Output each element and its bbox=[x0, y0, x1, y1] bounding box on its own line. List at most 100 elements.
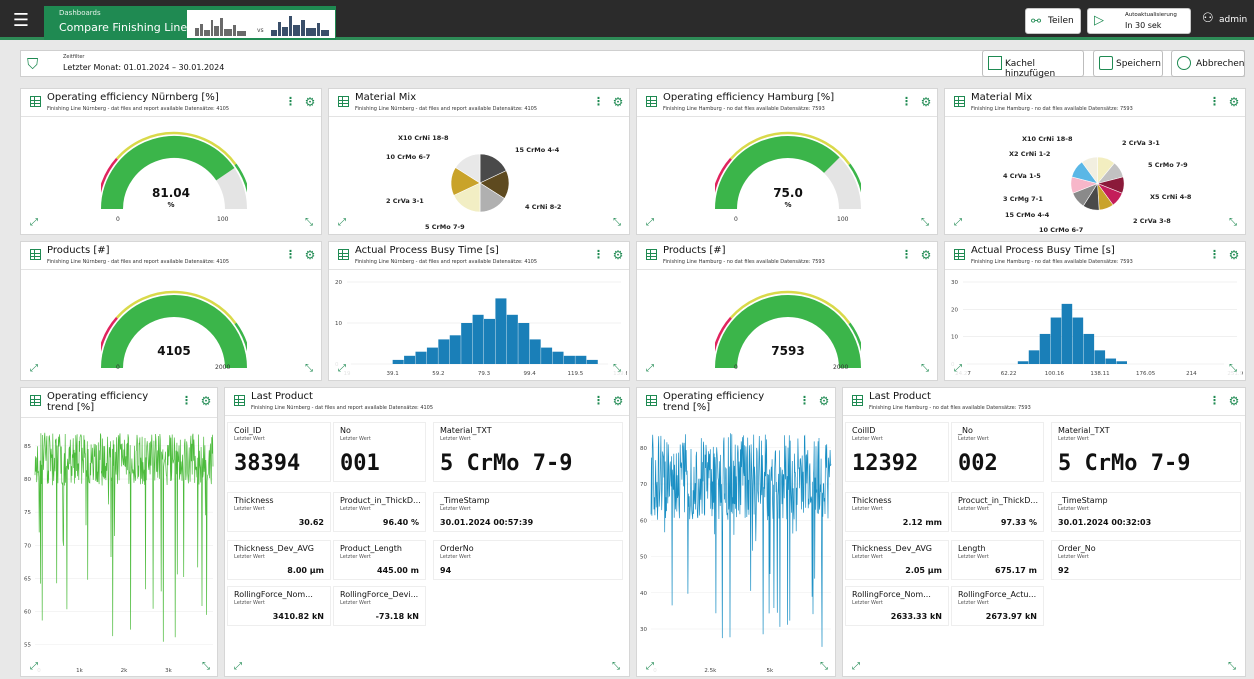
kpi-tile[interactable]: Order_No Letzter Wert 92 bbox=[1051, 540, 1241, 580]
kpi-tile[interactable]: _TimeStamp Letzter Wert 30.01.2024 00:32:0… bbox=[1051, 492, 1241, 532]
kpi-tile[interactable]: RollingForce_Nom... Letzter Wert 2633.33 k… bbox=[845, 586, 949, 626]
resize-icon[interactable]: ⤡ bbox=[300, 214, 318, 232]
more-options-icon[interactable]: ⋮ bbox=[593, 248, 604, 262]
y-tick-label: 55 bbox=[24, 643, 31, 649]
kpi-tile[interactable]: OrderNo Letzter Wert 94 bbox=[433, 540, 623, 580]
user-icon[interactable]: ⚇ bbox=[1202, 11, 1214, 26]
autorefresh-button[interactable]: ▷ Autoaktualisierung In 30 sek bbox=[1087, 8, 1191, 34]
expand-icon[interactable]: ⤢ bbox=[229, 658, 247, 676]
user-name[interactable]: admin bbox=[1219, 15, 1247, 25]
more-options-icon[interactable]: ⋮ bbox=[593, 95, 604, 109]
more-options-icon[interactable]: ⋮ bbox=[593, 394, 604, 408]
table-icon[interactable] bbox=[30, 96, 41, 107]
table-icon[interactable] bbox=[954, 96, 965, 107]
filter-icon[interactable]: ⛉ bbox=[27, 55, 38, 73]
card-subtitle: Finishing Line Hamburg - no dat files av… bbox=[869, 405, 1031, 411]
gear-icon[interactable]: ⚙ bbox=[611, 95, 625, 109]
expand-icon[interactable]: ⤢ bbox=[847, 658, 865, 676]
table-icon[interactable] bbox=[646, 395, 657, 406]
kpi-value: 3410.82 kN bbox=[272, 612, 324, 621]
kpi-tile[interactable]: Product_in_ThickD... Letzter Wert 96.40 % bbox=[333, 492, 426, 532]
expand-icon[interactable]: ⤢ bbox=[641, 658, 659, 676]
expand-icon[interactable]: ⤢ bbox=[641, 360, 659, 378]
more-options-icon[interactable]: ⋮ bbox=[285, 95, 296, 109]
kpi-tile[interactable]: RollingForce_Devi... Letzter Wert -73.18 k… bbox=[333, 586, 426, 626]
kpi-tile[interactable]: Product_Length Letzter Wert 445.00 m bbox=[333, 540, 426, 580]
kpi-tile[interactable]: Procuct_in_ThickD... Letzter Wert 97.33 % bbox=[951, 492, 1044, 532]
kpi-tile[interactable]: Material_TXT Letzter Wert 5 CrMo 7-9 bbox=[1051, 422, 1241, 482]
resize-icon[interactable]: ⤡ bbox=[1224, 214, 1242, 232]
table-icon[interactable] bbox=[30, 395, 41, 406]
kpi-tile[interactable]: Thickness_Dev_AVG Letzter Wert 2.05 µm bbox=[845, 540, 949, 580]
pie-label: 10 CrMo 6-7 bbox=[1039, 226, 1084, 234]
resize-icon[interactable]: ⤡ bbox=[916, 214, 934, 232]
gear-icon[interactable]: ⚙ bbox=[303, 95, 317, 109]
expand-icon[interactable]: ⤢ bbox=[949, 360, 967, 378]
resize-icon[interactable]: ⤡ bbox=[608, 214, 626, 232]
table-icon[interactable] bbox=[30, 249, 41, 260]
breadcrumb[interactable]: Dashboards bbox=[59, 9, 101, 17]
more-options-icon[interactable]: ⋮ bbox=[1209, 248, 1220, 262]
expand-icon[interactable]: ⤢ bbox=[25, 658, 43, 676]
more-options-icon[interactable]: ⋮ bbox=[901, 95, 912, 109]
table-icon[interactable] bbox=[338, 249, 349, 260]
more-options-icon[interactable]: ⋮ bbox=[285, 248, 296, 262]
table-icon[interactable] bbox=[646, 96, 657, 107]
more-options-icon[interactable]: ⋮ bbox=[181, 394, 192, 408]
expand-icon[interactable]: ⤢ bbox=[333, 214, 351, 232]
kpi-caption: Letzter Wert bbox=[234, 436, 265, 442]
kpi-name: Product_in_ThickD... bbox=[340, 496, 421, 505]
kpi-tile[interactable]: _No Letzter Wert 002 bbox=[951, 422, 1044, 482]
gear-icon[interactable]: ⚙ bbox=[919, 95, 933, 109]
table-icon[interactable] bbox=[852, 395, 863, 406]
gear-icon[interactable]: ⚙ bbox=[1227, 248, 1241, 262]
kpi-tile[interactable]: Thickness_Dev_AVG Letzter Wert 8.00 µm bbox=[227, 540, 331, 580]
more-options-icon[interactable]: ⋮ bbox=[901, 248, 912, 262]
menu-icon[interactable]: ☰ bbox=[8, 8, 34, 34]
resize-icon[interactable]: ⤡ bbox=[197, 658, 215, 676]
table-icon[interactable] bbox=[338, 96, 349, 107]
resize-icon[interactable]: ⤡ bbox=[1224, 360, 1242, 378]
resize-icon[interactable]: ⤡ bbox=[1223, 658, 1241, 676]
kpi-tile[interactable]: Coil_ID Letzter Wert 38394 bbox=[227, 422, 331, 482]
resize-icon[interactable]: ⤡ bbox=[815, 658, 833, 676]
kpi-tile[interactable]: _TimeStamp Letzter Wert 30.01.2024 00:57:3… bbox=[433, 492, 623, 532]
kpi-tile[interactable]: RollingForce_Nom... Letzter Wert 3410.82 k… bbox=[227, 586, 331, 626]
save-button[interactable]: Speichern bbox=[1093, 50, 1163, 77]
gear-icon[interactable]: ⚙ bbox=[919, 248, 933, 262]
table-icon[interactable] bbox=[646, 249, 657, 260]
gear-icon[interactable]: ⚙ bbox=[199, 394, 213, 408]
table-icon[interactable] bbox=[234, 395, 245, 406]
gear-icon[interactable]: ⚙ bbox=[303, 248, 317, 262]
kpi-tile[interactable]: Thickness Letzter Wert 30.62 bbox=[227, 492, 331, 532]
kpi-tile[interactable]: Length Letzter Wert 675.17 m bbox=[951, 540, 1044, 580]
resize-icon[interactable]: ⤡ bbox=[916, 360, 934, 378]
kpi-tile[interactable]: Thickness Letzter Wert 2.12 mm bbox=[845, 492, 949, 532]
gear-icon[interactable]: ⚙ bbox=[1227, 95, 1241, 109]
resize-icon[interactable]: ⤡ bbox=[608, 360, 626, 378]
filter-value[interactable]: Letzter Monat: 01.01.2024 – 30.01.2024 bbox=[63, 63, 224, 72]
add-tile-button[interactable]: Kachel hinzufügen bbox=[982, 50, 1084, 79]
expand-icon[interactable]: ⤢ bbox=[949, 214, 967, 232]
table-icon[interactable] bbox=[954, 249, 965, 260]
more-options-icon[interactable]: ⋮ bbox=[1209, 394, 1220, 408]
gear-icon[interactable]: ⚙ bbox=[817, 394, 831, 408]
kpi-tile[interactable]: CoilID Letzter Wert 12392 bbox=[845, 422, 949, 482]
cancel-button[interactable]: Abbrechen bbox=[1171, 50, 1245, 77]
gear-icon[interactable]: ⚙ bbox=[611, 394, 625, 408]
resize-icon[interactable]: ⤡ bbox=[607, 658, 625, 676]
kpi-tile[interactable]: No Letzter Wert 001 bbox=[333, 422, 426, 482]
kpi-tile[interactable]: Material_TXT Letzter Wert 5 CrMo 7-9 bbox=[433, 422, 623, 482]
kpi-tile[interactable]: RollingForce_Actu... Letzter Wert 2673.97 … bbox=[951, 586, 1044, 626]
expand-icon[interactable]: ⤢ bbox=[25, 360, 43, 378]
expand-icon[interactable]: ⤢ bbox=[25, 214, 43, 232]
gear-icon[interactable]: ⚙ bbox=[1227, 394, 1241, 408]
more-options-icon[interactable]: ⋮ bbox=[1209, 95, 1220, 109]
expand-icon[interactable]: ⤢ bbox=[333, 360, 351, 378]
share-button[interactable]: ⚯ Teilen bbox=[1025, 8, 1081, 34]
resize-icon[interactable]: ⤡ bbox=[300, 360, 318, 378]
expand-icon[interactable]: ⤢ bbox=[641, 214, 659, 232]
gauge-max: 100 bbox=[217, 216, 229, 223]
more-options-icon[interactable]: ⋮ bbox=[799, 394, 810, 408]
gear-icon[interactable]: ⚙ bbox=[611, 248, 625, 262]
